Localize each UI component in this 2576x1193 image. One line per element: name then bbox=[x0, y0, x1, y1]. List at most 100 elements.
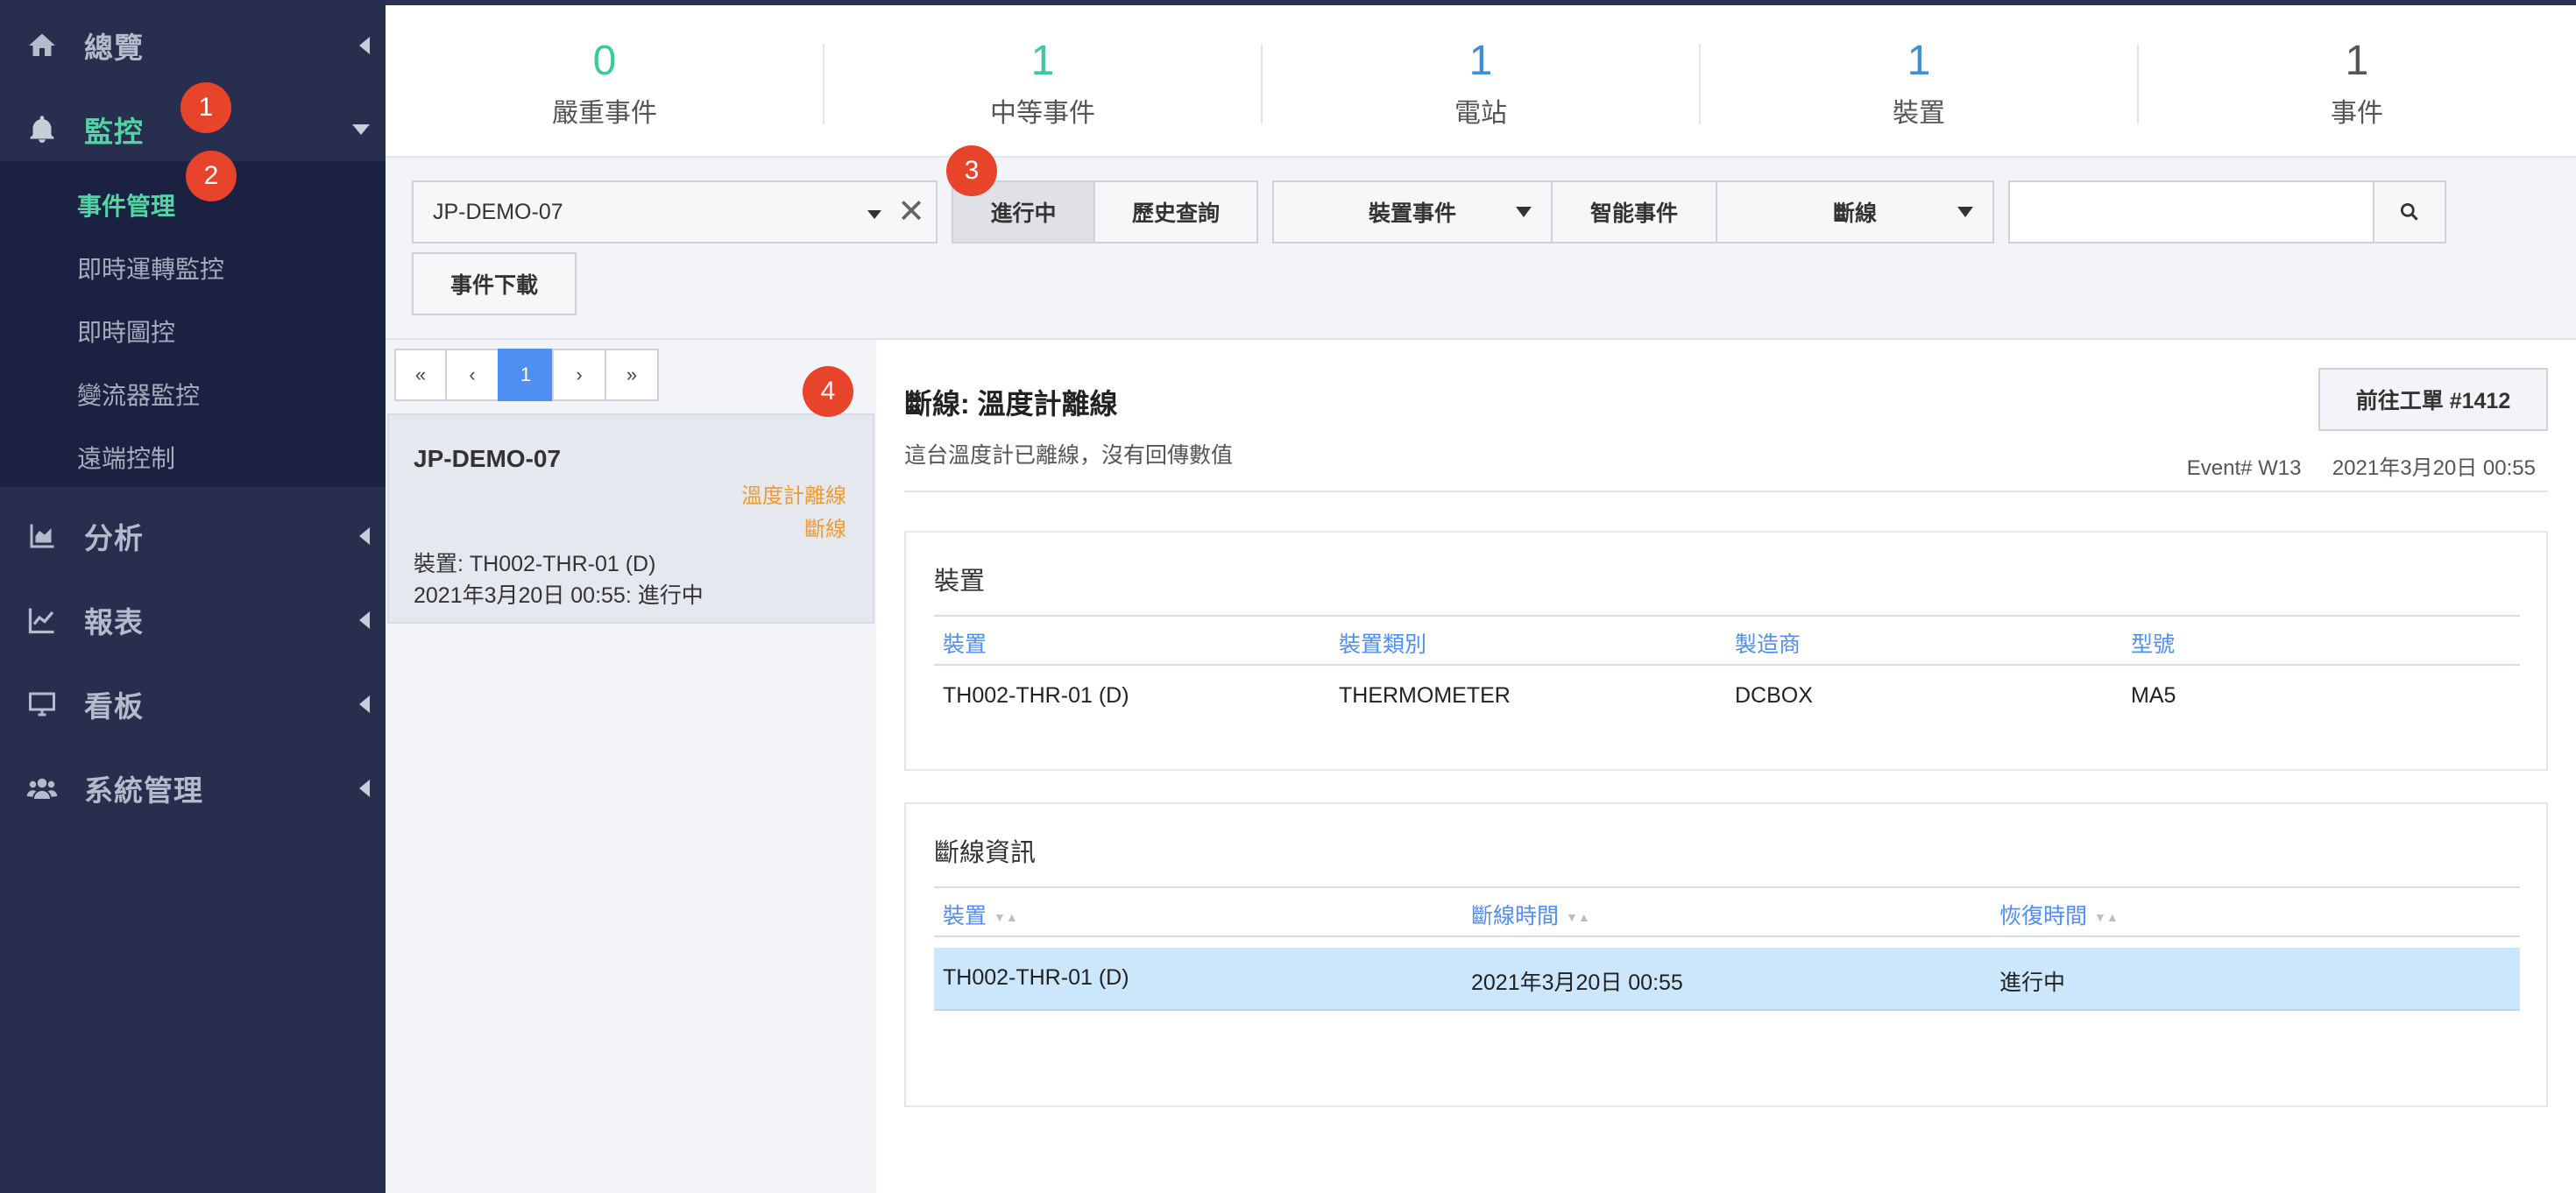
column-header: 裝置 bbox=[943, 632, 987, 657]
search-input[interactable] bbox=[2008, 180, 2374, 244]
users-icon bbox=[26, 778, 58, 799]
download-events-button[interactable]: 事件下載 bbox=[412, 252, 577, 315]
stat-stations: 1 電站 bbox=[1262, 5, 1700, 158]
caret-down-icon bbox=[1957, 207, 1973, 217]
last-page-button[interactable]: » bbox=[605, 349, 659, 401]
nav-label: 分析 bbox=[84, 522, 144, 554]
event-list-item[interactable]: JP-DEMO-07 溫度計離線 斷線 裝置: TH002-THR-01 (D)… bbox=[387, 413, 874, 624]
step-badge-4: 4 bbox=[803, 366, 853, 417]
first-page-button[interactable]: « bbox=[394, 349, 447, 401]
chevron-left-icon bbox=[359, 611, 370, 629]
site-select[interactable]: JP-DEMO-07 ✕ bbox=[412, 180, 938, 244]
table-cell: 進行中 bbox=[1999, 971, 2066, 995]
column-header-label: 恢復時間 bbox=[1999, 904, 2088, 928]
monitor-icon bbox=[29, 692, 55, 717]
submenu-item-realtime-graphic[interactable]: 即時圖控 bbox=[77, 314, 175, 349]
stat-value: 1 bbox=[1030, 38, 1055, 84]
prev-page-button[interactable]: ‹ bbox=[445, 349, 499, 401]
caret-down-icon bbox=[1516, 207, 1532, 217]
column-header-label: 斷線時間 bbox=[1471, 904, 1560, 928]
stat-value: 0 bbox=[592, 38, 617, 84]
stat-label: 裝置 bbox=[1893, 99, 1945, 128]
disconnect-table: 裝置 ▼▲ 斷線時間 ▼▲ 恢復時間 ▼▲ TH002-THR-01 (D) 2021… bbox=[934, 886, 2520, 1018]
chevron-left-icon bbox=[359, 780, 370, 797]
work-order-button[interactable]: 前往工單 #1412 bbox=[2318, 368, 2548, 431]
submenu-item-remote-control[interactable]: 遠端控制 bbox=[77, 440, 175, 475]
nav-label: 系統管理 bbox=[84, 774, 203, 807]
column-header: 型號 bbox=[2131, 632, 2176, 657]
stat-events: 1 事件 bbox=[2138, 5, 2576, 158]
sort-icon: ▼▲ bbox=[1566, 910, 1590, 925]
nav-item-overview[interactable]: 總覽 bbox=[0, 4, 386, 88]
nav-item-reports[interactable]: 報表 bbox=[0, 578, 386, 662]
table-row[interactable]: TH002-THR-01 (D) 2021年3月20日 00:55 進行中 bbox=[934, 948, 2520, 1011]
disconnect-dropdown[interactable]: 斷線 bbox=[1716, 180, 1994, 244]
table-cell: 2021年3月20日 00:55 bbox=[1471, 971, 1683, 995]
nav-label: 總覽 bbox=[84, 32, 144, 64]
event-meta: Event# W13 2021年3月20日 00:55 bbox=[2187, 450, 2536, 481]
monitoring-submenu: 事件管理 即時運轉監控 即時圖控 變流器監控 遠端控制 bbox=[0, 161, 386, 487]
stat-label: 電站 bbox=[1454, 99, 1507, 128]
page-1-button[interactable]: 1 bbox=[498, 349, 554, 401]
nav-item-analysis[interactable]: 分析 bbox=[0, 494, 386, 578]
sortable-column-header[interactable]: 斷線時間 ▼▲ bbox=[1471, 899, 1590, 930]
next-page-button[interactable]: › bbox=[552, 349, 606, 401]
submenu-item-realtime-operation[interactable]: 即時運轉監控 bbox=[77, 251, 224, 286]
column-header-label: 裝置 bbox=[943, 904, 987, 928]
event-time-status: 2021年3月20日 00:55: 進行中 bbox=[414, 583, 704, 608]
event-list-panel: « ‹ 1 › » JP-DEMO-07 溫度計離線 斷線 裝置: TH002-… bbox=[386, 340, 876, 1193]
line-chart-icon bbox=[28, 608, 54, 634]
stat-label: 中等事件 bbox=[990, 99, 1095, 128]
sort-icon: ▼▲ bbox=[994, 910, 1018, 925]
submenu-item-inverter-monitoring[interactable]: 變流器監控 bbox=[77, 377, 200, 412]
table-cell: TH002-THR-01 (D) bbox=[943, 965, 1129, 990]
submenu-item-event-management[interactable]: 事件管理 bbox=[77, 187, 175, 222]
event-category-tag: 斷線 bbox=[804, 518, 846, 541]
stats-bar: 0 嚴重事件 1 中等事件 1 電站 1 裝置 1 事件 bbox=[386, 5, 2576, 158]
sortable-column-header[interactable]: 裝置 ▼▲ bbox=[943, 899, 1018, 930]
stat-devices: 1 裝置 bbox=[1700, 5, 2138, 158]
table-header: 裝置 裝置類別 製造商 型號 bbox=[934, 615, 2520, 666]
sortable-column-header[interactable]: 恢復時間 ▼▲ bbox=[1999, 899, 2119, 930]
stat-value: 1 bbox=[1907, 38, 1931, 84]
stat-label: 嚴重事件 bbox=[552, 99, 657, 128]
event-time: 2021年3月20日 00:55 bbox=[2332, 456, 2536, 480]
site-select-value: JP-DEMO-07 bbox=[433, 200, 563, 224]
device-info-panel: 裝置 裝置 裝置類別 製造商 型號 TH002-THR-01 (D) THERM… bbox=[904, 531, 2548, 771]
chevron-down-icon bbox=[352, 124, 370, 135]
nav-label: 看板 bbox=[84, 690, 144, 723]
event-detail-panel: 斷線: 溫度計離線 這台溫度計已離線，沒有回傳數值 前往工單 #1412 Eve… bbox=[876, 340, 2576, 1193]
chevron-left-icon bbox=[359, 695, 370, 713]
table-cell: THERMOMETER bbox=[1339, 683, 1511, 708]
panel-title: 斷線資訊 bbox=[934, 839, 1037, 867]
nav-item-system-admin[interactable]: 系統管理 bbox=[0, 746, 386, 830]
chevron-down-icon bbox=[867, 210, 881, 219]
table-cell: MA5 bbox=[2131, 683, 2176, 708]
chevron-left-icon bbox=[359, 37, 370, 54]
event-number: Event# W13 bbox=[2186, 456, 2302, 480]
chevron-left-icon bbox=[359, 527, 370, 545]
stat-value: 1 bbox=[2345, 38, 2369, 84]
stat-value: 1 bbox=[1468, 38, 1493, 84]
event-title: 斷線: 溫度計離線 bbox=[904, 388, 1118, 420]
column-header: 裝置類別 bbox=[1339, 632, 1427, 657]
history-button[interactable]: 歷史查詢 bbox=[1093, 180, 1258, 244]
smart-event-button[interactable]: 智能事件 bbox=[1551, 180, 1717, 244]
stat-critical-events: 0 嚴重事件 bbox=[386, 5, 824, 158]
close-icon[interactable]: ✕ bbox=[897, 194, 925, 229]
stat-label: 事件 bbox=[2331, 99, 2383, 128]
column-header: 製造商 bbox=[1735, 632, 1801, 657]
sort-icon: ▼▲ bbox=[2094, 910, 2119, 925]
nav-label: 報表 bbox=[84, 606, 144, 639]
nav-item-dashboard[interactable]: 看板 bbox=[0, 662, 386, 746]
step-badge-2: 2 bbox=[186, 151, 237, 201]
device-event-dropdown[interactable]: 裝置事件 bbox=[1272, 180, 1553, 244]
divider bbox=[904, 491, 2548, 492]
search-button[interactable] bbox=[2373, 180, 2446, 244]
table-cell: TH002-THR-01 (D) bbox=[943, 683, 1129, 708]
table-row: TH002-THR-01 (D) THERMOMETER DCBOX MA5 bbox=[934, 666, 2520, 729]
disconnect-label: 斷線 bbox=[1832, 201, 1877, 226]
step-badge-1: 1 bbox=[180, 82, 231, 133]
panel-title: 裝置 bbox=[934, 568, 986, 596]
sidebar: 總覽 監控 事件管理 即時運轉監控 即時圖控 變流器監控 遠端控制 分析 報表 … bbox=[0, 0, 386, 1193]
